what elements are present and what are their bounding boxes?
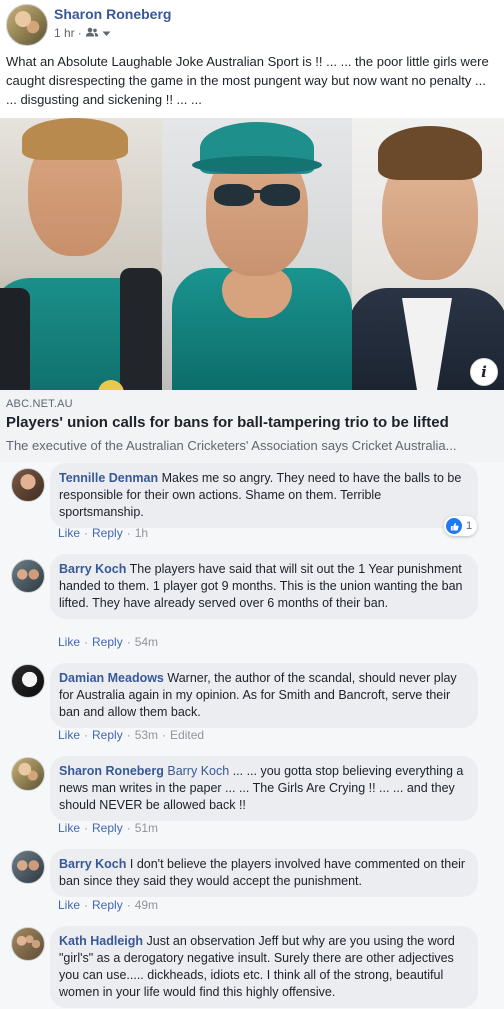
info-icon[interactable]: i: [470, 358, 498, 386]
commenter-avatar[interactable]: [11, 757, 45, 791]
commenter-name[interactable]: Barry Koch: [59, 857, 126, 871]
link-preview-card[interactable]: ABC.NET.AU Players' union calls for bans…: [0, 390, 504, 463]
reaction-number: 1: [466, 520, 473, 532]
friends-icon[interactable]: [85, 27, 99, 40]
reply-button[interactable]: Reply: [92, 635, 123, 649]
action-separator: ·: [84, 898, 89, 912]
link-image[interactable]: i: [0, 118, 504, 390]
post-text: What an Absolute Laughable Joke Australi…: [6, 54, 489, 107]
comment-actions: Like · Reply · 1h: [58, 526, 148, 540]
action-separator: ·: [84, 821, 89, 835]
comment-bubble: Sharon Roneberg Barry Koch ... ... you g…: [50, 756, 478, 821]
comment-time[interactable]: 53m: [135, 728, 158, 742]
like-button[interactable]: Like: [58, 821, 80, 835]
reply-button[interactable]: Reply: [92, 728, 123, 742]
author-avatar[interactable]: [6, 4, 48, 46]
commenter-name[interactable]: Damian Meadows: [59, 671, 164, 685]
comment-time[interactable]: 54m: [135, 635, 158, 649]
like-button[interactable]: Like: [58, 635, 80, 649]
commenter-name[interactable]: Tennille Denman: [59, 471, 158, 485]
commenter-avatar[interactable]: [11, 468, 45, 502]
reply-button[interactable]: Reply: [92, 526, 123, 540]
action-separator: ·: [84, 728, 89, 742]
comment-bubble: Kath Hadleigh Just an observation Jeff b…: [50, 926, 478, 1008]
photo-player-left: [0, 118, 162, 390]
commenter-avatar[interactable]: [11, 850, 45, 884]
action-separator: ·: [162, 728, 167, 742]
comments-section: Tennille Denman Makes me so angry. They …: [0, 462, 504, 1009]
like-button[interactable]: Like: [58, 898, 80, 912]
action-separator: ·: [84, 635, 89, 649]
commenter-name[interactable]: Kath Hadleigh: [59, 934, 143, 948]
chevron-down-icon[interactable]: [102, 26, 111, 40]
action-separator: ·: [126, 821, 131, 835]
comment-bubble: Barry Koch The players have said that wi…: [50, 554, 478, 619]
comment-bubble: Barry Koch I don't believe the players i…: [50, 849, 478, 897]
post-header: Sharon Roneberg 1 hr ·: [0, 0, 504, 46]
reaction-count[interactable]: 1: [444, 516, 478, 536]
comment-actions: Like · Reply · 51m: [58, 821, 158, 835]
commenter-avatar[interactable]: [11, 927, 45, 961]
action-separator: ·: [126, 526, 131, 540]
link-domain: ABC.NET.AU: [6, 398, 73, 410]
link-description: The executive of the Australian Crickete…: [6, 438, 457, 453]
link-title[interactable]: Players' union calls for bans for ball-t…: [6, 414, 449, 431]
reply-button[interactable]: Reply: [92, 898, 123, 912]
comment-actions: Like · Reply · 49m: [58, 898, 158, 912]
action-separator: ·: [126, 898, 131, 912]
reply-button[interactable]: Reply: [92, 821, 123, 835]
edited-label[interactable]: Edited: [170, 728, 204, 742]
tagged-user[interactable]: Barry Koch: [167, 764, 229, 778]
comment-bubble: Damian Meadows Warner, the author of the…: [50, 663, 478, 728]
comment-actions: Like · Reply · 53m · Edited: [58, 728, 204, 742]
comment-time[interactable]: 51m: [135, 821, 158, 835]
commenter-name[interactable]: Sharon Roneberg: [59, 764, 164, 778]
photo-player-right: [352, 118, 504, 390]
commenter-name[interactable]: Barry Koch: [59, 562, 126, 576]
action-separator: ·: [126, 635, 131, 649]
comment-time[interactable]: 1h: [135, 526, 148, 540]
thumbs-up-icon: [446, 518, 462, 534]
comment-bubble: Tennille Denman Makes me so angry. They …: [50, 463, 478, 528]
author-name[interactable]: Sharon Roneberg: [54, 6, 171, 22]
meta-separator: ·: [77, 26, 82, 40]
action-separator: ·: [84, 526, 89, 540]
comment-time[interactable]: 49m: [135, 898, 158, 912]
comment-actions: Like · Reply · 54m: [58, 635, 158, 649]
post-time[interactable]: 1 hr: [54, 26, 75, 40]
photo-player-center: [162, 118, 352, 390]
like-button[interactable]: Like: [58, 728, 80, 742]
like-button[interactable]: Like: [58, 526, 80, 540]
action-separator: ·: [126, 728, 131, 742]
post-meta: 1 hr ·: [54, 26, 111, 40]
commenter-avatar[interactable]: [11, 559, 45, 593]
commenter-avatar[interactable]: [11, 664, 45, 698]
